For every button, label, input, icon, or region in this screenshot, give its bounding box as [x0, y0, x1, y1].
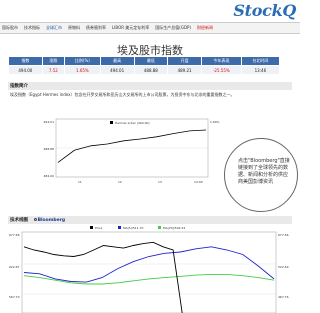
section-tech-label: 技术线图 [10, 218, 28, 223]
col-header-time: 台北时间 [240, 56, 281, 66]
chart1-xtick-3: 14:00 [194, 180, 203, 184]
chart2-ytick-left-1: 622.87 [9, 265, 20, 269]
chart2-legend-swatch-price [90, 226, 93, 229]
cell-low: 488.88 [133, 65, 169, 75]
chart2-ytick-right-1: 522.69 [278, 265, 289, 269]
col-header-low: 最低 [133, 56, 169, 66]
col-header-index: 指数 [8, 56, 43, 66]
top-navigation: 国际股市 技术指标 全球汇市 原物料 债券殖利率 LIBOR 美元定存利率 国际… [0, 22, 300, 34]
chart1-rtick-0: 1.60% [210, 120, 220, 124]
stockq-logo[interactable]: StockQ [233, 1, 296, 20]
chart2-legend-swatch-ma20 [158, 226, 161, 229]
chart2-legend-swatch-ma5 [118, 226, 121, 229]
cell-change: 7.52 [41, 65, 65, 75]
cell-open: 489.21 [167, 65, 202, 75]
chart2-ytick-left-2: 567.70 [9, 295, 20, 299]
nav-item-news[interactable]: 财经新闻 [197, 25, 213, 31]
chart2-frame [21, 231, 277, 313]
technical-chart: Price MA(5)/511.70 MA(20)/504.54 677.66 … [9, 226, 289, 313]
cell-percent: 1.65% [63, 65, 101, 75]
nav-item-gdp[interactable]: 国际生产总值(GDP) [155, 25, 191, 31]
chart2-legend-ma20: MA(20)/504.54 [163, 226, 185, 230]
nav-item-bond-yield[interactable]: 债券殖利率 [86, 25, 106, 31]
cell-time: 13:46 [240, 65, 281, 75]
chart2-ytick-right-0: 677.66 [278, 233, 289, 237]
col-header-percent: 比例(%) [63, 56, 101, 66]
chart2-ytick-right-2: 467.76 [278, 295, 289, 299]
chart1-xtick-1: 12 [118, 180, 122, 184]
cell-ytd: -25.55% [200, 65, 242, 75]
chart2-legend-ma5: MA(5)/511.70 [123, 226, 143, 230]
section-header-tech: 技术线图 Bloomberg [8, 216, 292, 224]
chart1-legend-swatch [110, 121, 113, 124]
chart1-legend: Hermes index (494.00) [115, 121, 150, 125]
chart1-ytick-2: 484.00 [44, 174, 55, 178]
col-header-change: 涨跌 [41, 56, 65, 66]
nav-item-intl-stock[interactable]: 国际股市 [2, 25, 18, 31]
cell-high: 494.01 [99, 65, 135, 75]
intro-text: 埃及指数（Egypt Hermes index）包含在开罗交易所和亚历山大交易所… [10, 92, 235, 97]
nav-item-tech-indicators[interactable]: 技术指标 [24, 25, 40, 31]
callout-text: 点击"Bloomberg"直接链接到了全球领先的数据、新闻和分析的供应商美国彭博… [238, 158, 290, 185]
bloomberg-label: Bloomberg [37, 218, 66, 223]
cell-index: 494.00 [8, 65, 43, 75]
quote-table: 指数 涨跌 比例(%) 最高 最低 开盘 今年表现 台北时间 494.00 7.… [8, 56, 281, 75]
site-header: StockQ [0, 0, 300, 22]
nav-item-commodities[interactable]: 原物料 [68, 25, 80, 31]
nav-item-fx[interactable]: 全球汇市 [46, 25, 62, 31]
col-header-high: 最高 [99, 56, 135, 66]
bloomberg-link[interactable]: Bloomberg [33, 218, 66, 223]
chart2-ytick-left-0: 677.66 [9, 233, 20, 237]
chart1-ytick-0: 494.01 [44, 120, 55, 124]
bloomberg-logo-icon [33, 218, 37, 221]
intraday-chart: Hermes index (494.00) 494.01 488.88 484.… [44, 118, 220, 184]
quote-table-header-row: 指数 涨跌 比例(%) 最高 最低 开盘 今年表现 台北时间 [8, 56, 281, 66]
col-header-open: 开盘 [167, 56, 202, 66]
chart2-legend-price: Price [95, 226, 102, 230]
section-header-intro: 指数简介 [8, 82, 292, 90]
quote-table-row: 494.00 7.52 1.65% 494.01 488.88 489.21 -… [8, 65, 281, 75]
chart1-xtick-0: 11 [78, 180, 82, 184]
nav-item-libor[interactable]: LIBOR 美元定存利率 [112, 25, 149, 31]
chart1-xtick-2: 13 [158, 180, 162, 184]
col-header-ytd: 今年表现 [200, 56, 242, 66]
chart1-ytick-1: 488.88 [44, 147, 55, 151]
